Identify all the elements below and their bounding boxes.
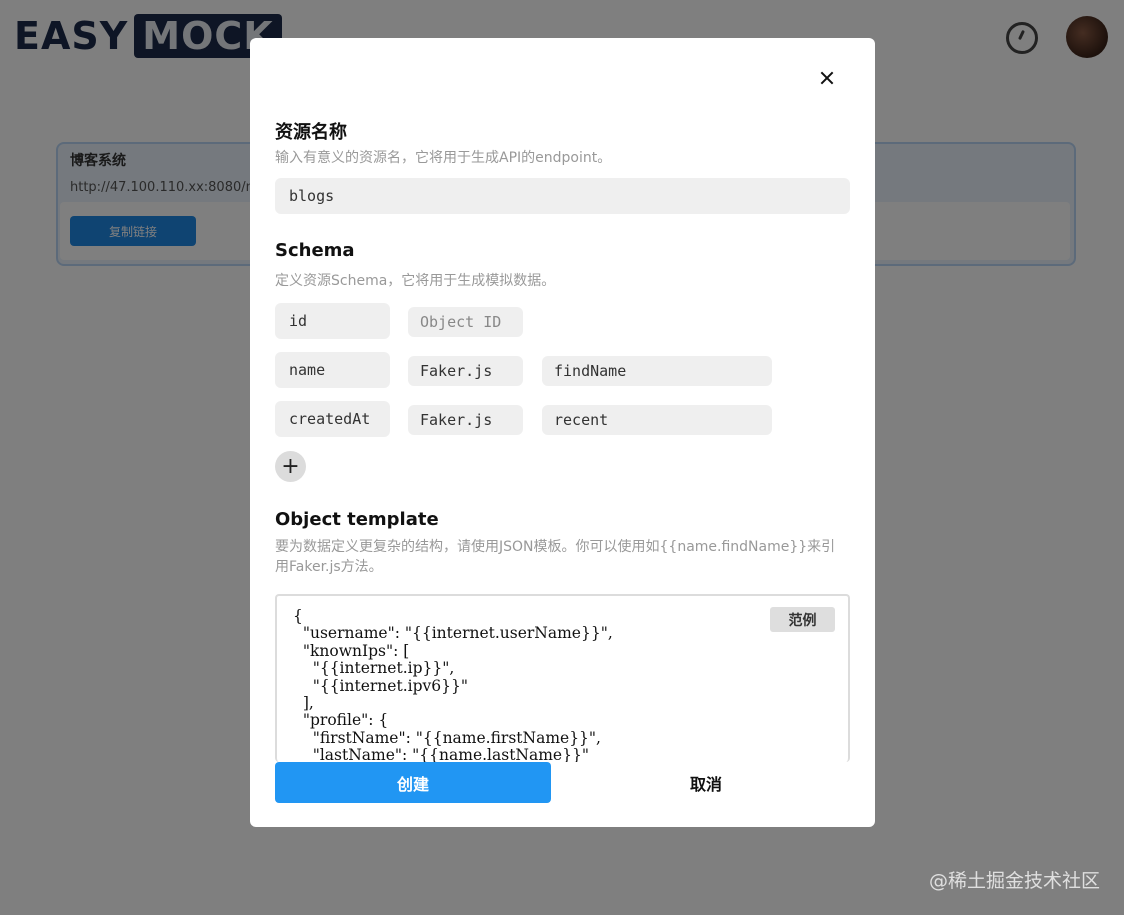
schema-field-input[interactable] bbox=[275, 352, 390, 388]
schema-method-select[interactable] bbox=[542, 405, 772, 435]
resource-name-description: 输入有意义的资源名，它将用于生成API的endpoint。 bbox=[275, 150, 612, 166]
resource-name-input[interactable] bbox=[275, 178, 850, 214]
schema-field-input[interactable] bbox=[275, 303, 390, 339]
object-template-description: 要为数据定义更复杂的结构，请使用JSON模板。你可以使用如{{name.find… bbox=[275, 537, 855, 577]
object-template-title: Object template bbox=[275, 509, 439, 530]
schema-method-select[interactable] bbox=[542, 356, 772, 386]
resource-name-title: 资源名称 bbox=[275, 122, 347, 143]
watermark: @稀土掘金技术社区 bbox=[928, 870, 1100, 892]
object-template-editor[interactable]: { "username": "{{internet.userName}}", "… bbox=[275, 594, 850, 762]
object-template-description-line: 要为数据定义更复杂的结构，请使用JSON模板。你可以使用如{{name.find… bbox=[275, 539, 836, 555]
close-icon[interactable] bbox=[817, 68, 837, 88]
object-template-code[interactable]: { "username": "{{internet.userName}}", "… bbox=[293, 607, 613, 762]
create-resource-modal: 资源名称 输入有意义的资源名，它将用于生成API的endpoint。 Schem… bbox=[250, 38, 875, 827]
schema-type-select[interactable] bbox=[408, 356, 523, 386]
schema-type-select[interactable] bbox=[408, 307, 523, 337]
schema-description: 定义资源Schema，它将用于生成模拟数据。 bbox=[275, 273, 556, 289]
create-button[interactable]: 创建 bbox=[275, 762, 551, 803]
schema-type-select[interactable] bbox=[408, 405, 523, 435]
schema-title: Schema bbox=[275, 240, 355, 261]
add-field-button[interactable]: + bbox=[275, 451, 306, 482]
object-template-description-line: 用Faker.js方法。 bbox=[275, 559, 383, 575]
schema-field-input[interactable] bbox=[275, 401, 390, 437]
cancel-button[interactable]: 取消 bbox=[568, 762, 844, 803]
example-button[interactable]: 范例 bbox=[770, 607, 835, 632]
